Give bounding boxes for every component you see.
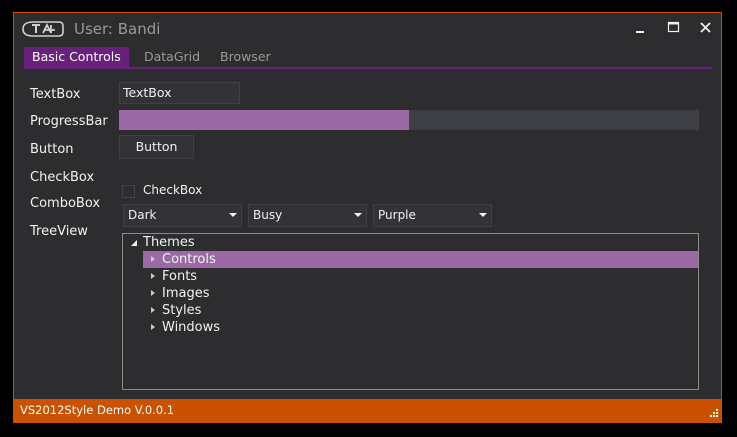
chevron-down-icon (479, 213, 487, 217)
tab-browser[interactable]: Browser (220, 47, 271, 67)
title-bar[interactable]: User: Bandi (14, 13, 721, 45)
close-icon (700, 22, 711, 33)
tree-node-label: Images (162, 286, 210, 301)
checkbox-label: CheckBox (30, 170, 95, 185)
vs-logo-icon (22, 21, 64, 37)
tree-node-label: Fonts (162, 269, 198, 284)
accent-combobox[interactable]: Purple (373, 204, 492, 227)
checkbox[interactable] (122, 185, 135, 198)
tab-basic-controls[interactable]: Basic Controls (24, 47, 129, 67)
status-text: VS2012Style Demo V.0.0.1 (20, 403, 175, 417)
tab-content-basic-controls: TextBox TextBox ProgressBar Button Butto… (24, 69, 712, 390)
theme-combobox-value: Dark (128, 208, 157, 222)
demo-button[interactable]: Button (119, 135, 194, 159)
expanded-arrow-icon[interactable] (131, 240, 137, 246)
close-button[interactable] (693, 17, 717, 39)
tree-node-windows[interactable]: Windows (143, 319, 698, 336)
theme-combobox[interactable]: Dark (123, 204, 242, 227)
style-combobox[interactable]: Busy (248, 204, 367, 227)
collapsed-arrow-icon[interactable] (151, 307, 155, 313)
collapsed-arrow-icon[interactable] (151, 273, 155, 279)
progress-bar (119, 110, 699, 130)
tree-node-images[interactable]: Images (143, 285, 698, 302)
tree-node-controls[interactable]: Controls (143, 251, 698, 268)
collapsed-arrow-icon[interactable] (151, 324, 155, 330)
resize-grip-icon[interactable] (707, 408, 718, 419)
progress-fill (119, 110, 409, 130)
chevron-down-icon (354, 213, 362, 217)
chevron-down-icon (229, 213, 237, 217)
window-title: User: Bandi (74, 20, 161, 38)
main-window: User: Bandi Basic Controls DataGrid Brow… (13, 12, 722, 423)
accent-combobox-value: Purple (378, 208, 416, 222)
button-label: Button (30, 142, 74, 157)
textbox-input[interactable]: TextBox (119, 82, 240, 104)
minimize-icon (636, 31, 644, 33)
tree-node-themes[interactable]: Themes (123, 234, 698, 251)
maximize-icon (667, 21, 680, 33)
treeview-label: TreeView (30, 224, 88, 239)
tree-view[interactable]: Themes Controls Fonts Images Styles Wind… (122, 233, 699, 390)
combobox-label: ComboBox (30, 196, 101, 211)
tree-node-label: Themes (143, 235, 195, 250)
collapsed-arrow-icon[interactable] (151, 290, 155, 296)
checkbox-text[interactable]: CheckBox (143, 183, 202, 197)
tree-node-label: Controls (162, 252, 216, 267)
tree-node-fonts[interactable]: Fonts (143, 268, 698, 285)
textbox-label: TextBox (30, 87, 81, 102)
tree-node-styles[interactable]: Styles (143, 302, 698, 319)
status-bar: VS2012Style Demo V.0.0.1 (14, 399, 721, 422)
style-combobox-value: Busy (253, 208, 283, 222)
maximize-button[interactable] (661, 17, 685, 39)
tab-datagrid[interactable]: DataGrid (144, 47, 200, 67)
tree-node-label: Styles (162, 303, 202, 318)
progressbar-label: ProgressBar (30, 114, 108, 129)
minimize-button[interactable] (629, 17, 653, 39)
tree-node-label: Windows (162, 320, 221, 335)
collapsed-arrow-icon[interactable] (151, 256, 155, 262)
